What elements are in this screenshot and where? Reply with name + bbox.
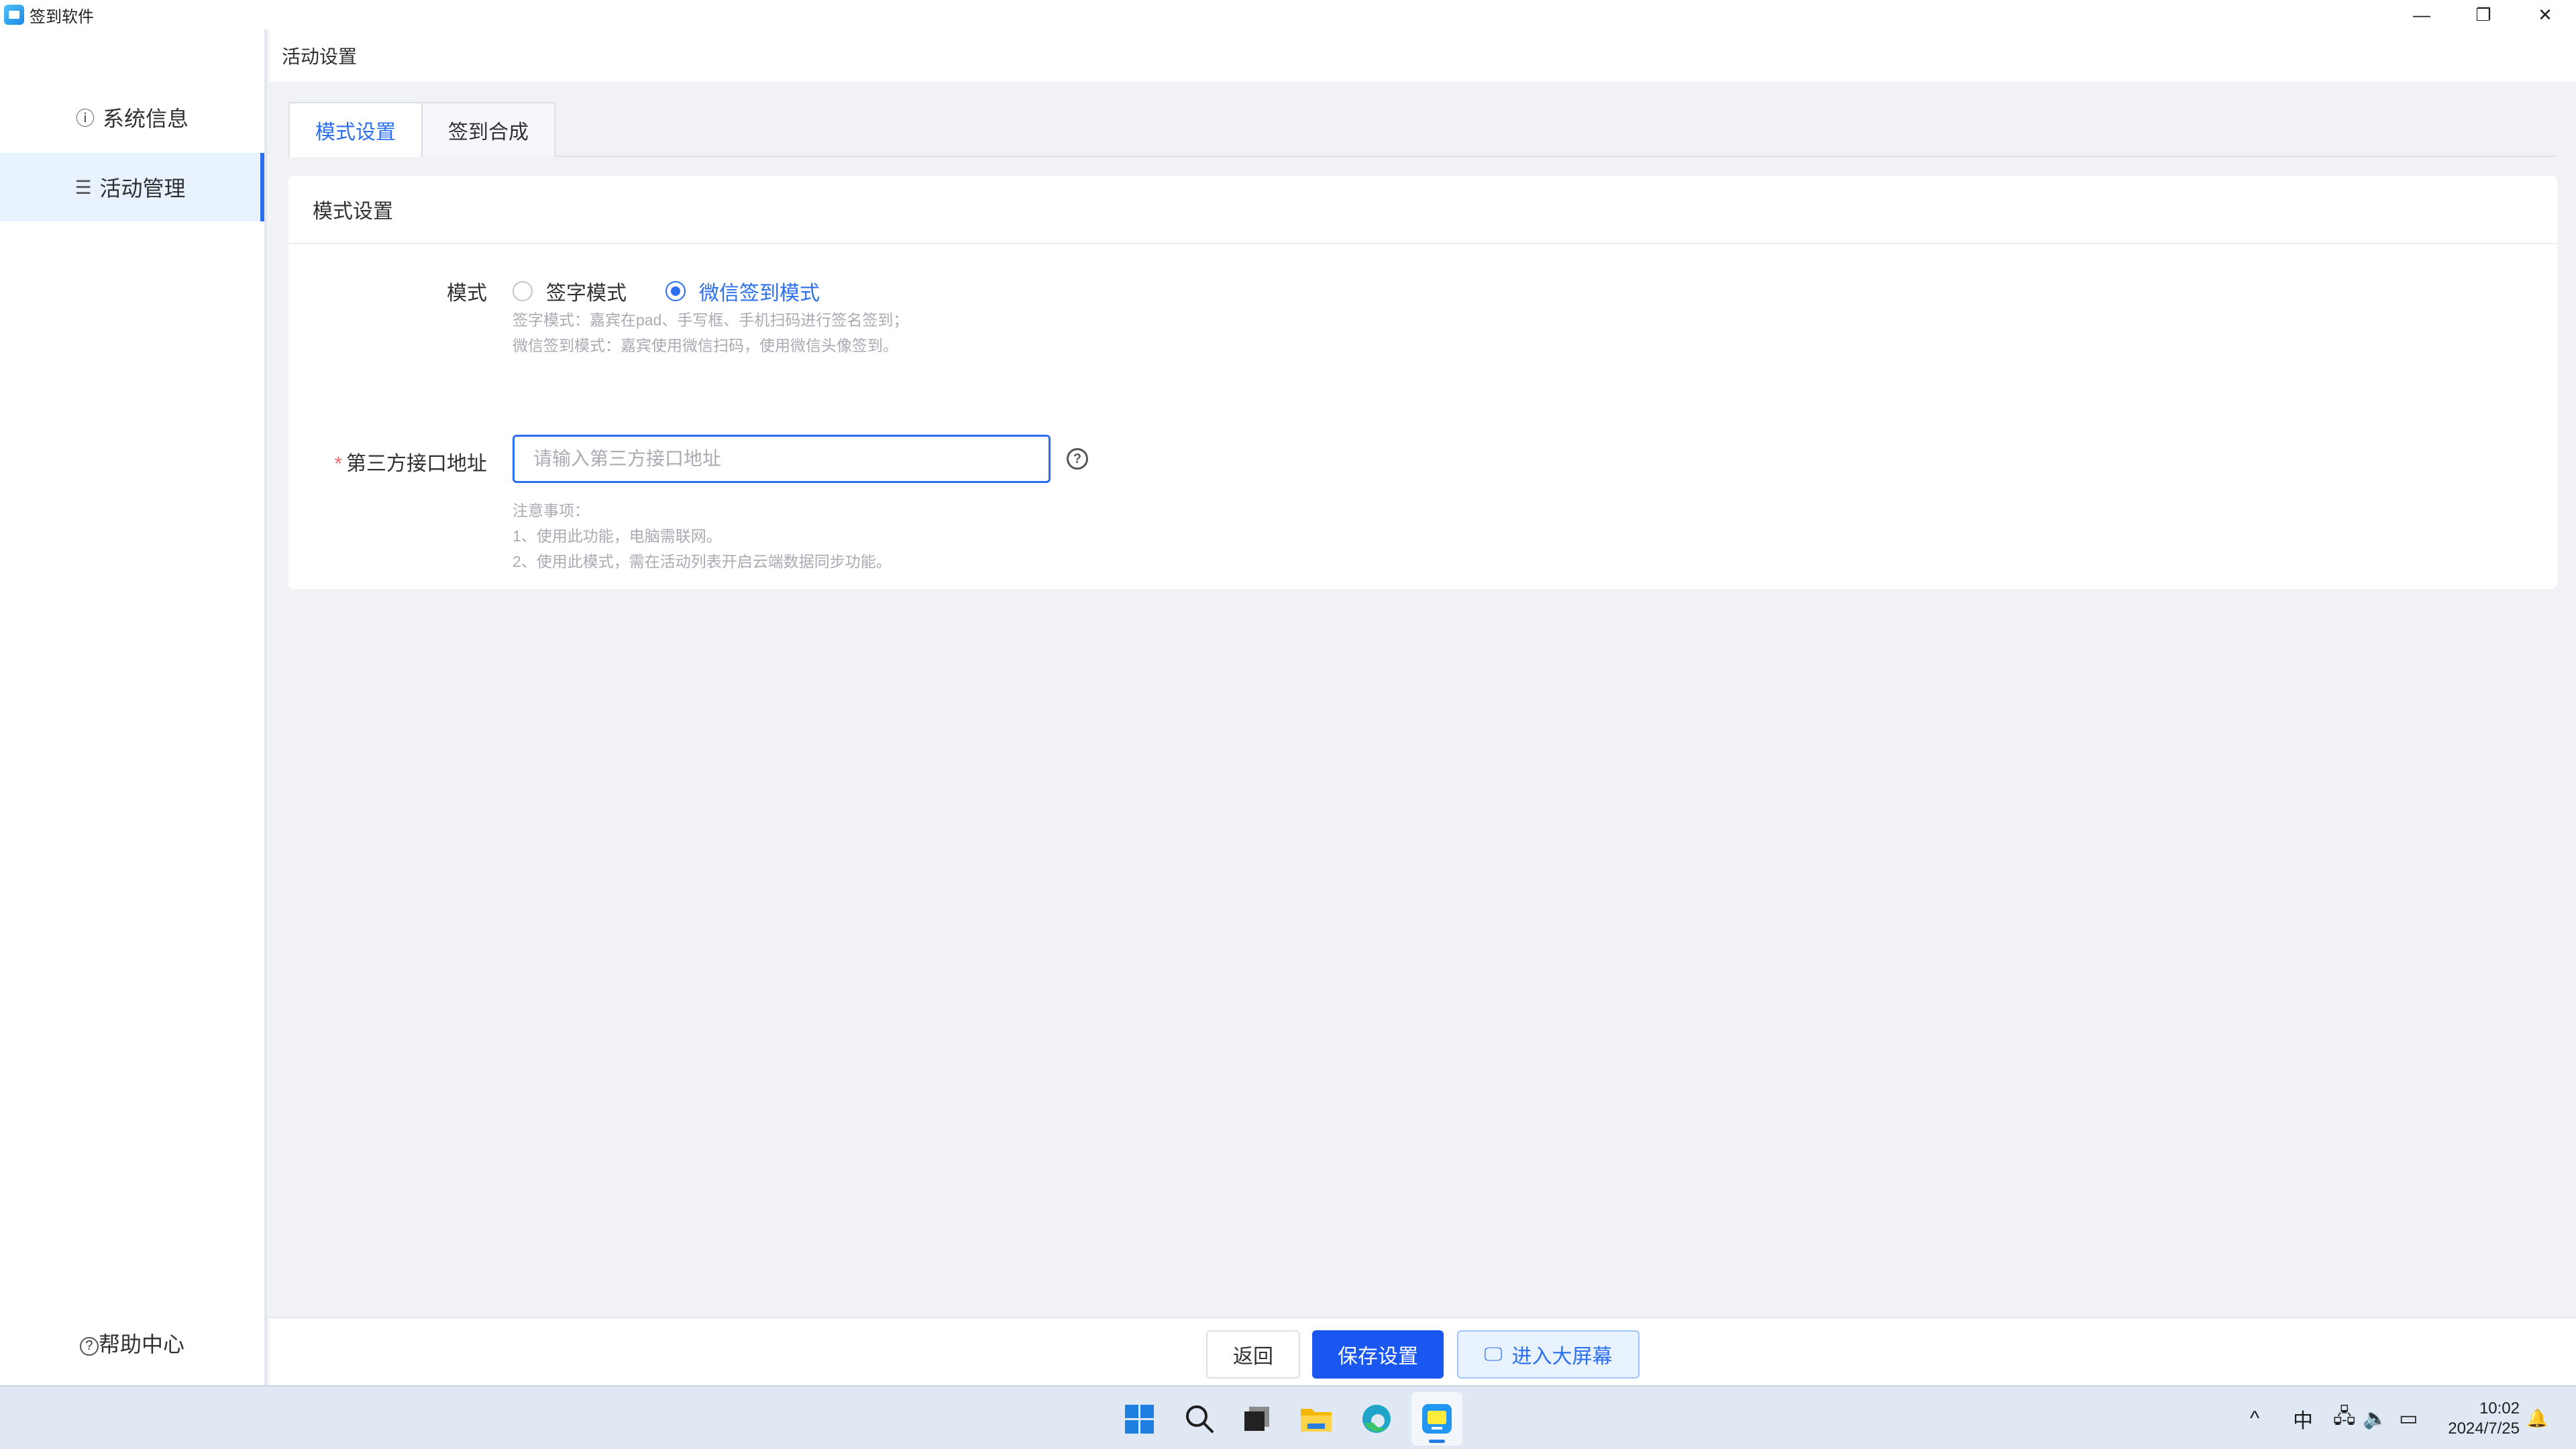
edge-browser-icon[interactable]	[1359, 1401, 1394, 1436]
mode-label: 模式	[447, 282, 487, 305]
sign-in-app-taskbar-icon[interactable]	[1419, 1401, 1454, 1436]
window-title: 签到软件	[30, 7, 94, 26]
mode-hint-line: 微信签到模式：嘉宾使用微信扫码，使用微信头像签到。	[513, 337, 898, 354]
card-title: 模式设置	[288, 176, 2557, 244]
sidebar: ⓘ 系统信息 ☰ 活动管理 ? 帮助中心	[0, 30, 267, 1385]
mode-hint: 签字模式：嘉宾在pad、手写框、手机扫码进行签名签到； 微信签到模式：嘉宾使用微…	[513, 307, 908, 358]
clock-time: 10:02	[2479, 1399, 2520, 1417]
api-note-line: 2、使用此模式，需在活动列表开启云端数据同步功能。	[513, 553, 892, 570]
question-icon[interactable]: ?	[1067, 448, 1088, 470]
help-center-label: 帮助中心	[98, 1332, 184, 1356]
api-note-line: 注意事项：	[513, 502, 590, 519]
save-settings-button[interactable]: 保存设置	[1312, 1330, 1444, 1379]
mode-radio-group: 签字模式 微信签到模式	[513, 276, 859, 306]
mode-hint-line: 签字模式：嘉宾在pad、手写框、手机扫码进行签名签到；	[513, 311, 909, 329]
window-controls: — ❐ ✕	[2391, 0, 2576, 30]
radio-sign-mode[interactable]: 签字模式	[513, 276, 627, 306]
list-icon: ☰	[74, 176, 92, 198]
network-icon[interactable]: 🖧	[2333, 1387, 2355, 1449]
notification-bell-icon[interactable]: 🔔	[2526, 1387, 2548, 1449]
back-button[interactable]: 返回	[1206, 1330, 1300, 1379]
radio-label: 微信签到模式	[699, 282, 820, 305]
main-content: 活动设置 模式设置 签到合成 模式设置 模式 签字模式 微信签到模式 签字模式：…	[270, 30, 2576, 1385]
clock[interactable]: 10:02 2024/7/25	[2448, 1399, 2520, 1439]
restore-button[interactable]: ❐	[2453, 0, 2514, 30]
footer-action-bar: 返回 保存设置 🖵 进入大屏幕	[270, 1317, 2576, 1385]
battery-icon[interactable]: ▭	[2399, 1387, 2418, 1449]
minimize-button[interactable]: —	[2391, 0, 2453, 30]
ime-indicator[interactable]: 中	[2293, 1387, 2313, 1449]
page-title: 活动设置	[282, 46, 358, 67]
file-explorer-icon[interactable]	[1299, 1401, 1334, 1436]
close-button[interactable]: ✕	[2514, 0, 2576, 30]
tab-sign-synthesis[interactable]: 签到合成	[423, 102, 555, 157]
monitor-icon: 🖵	[1484, 1343, 1503, 1364]
info-icon: ⓘ	[75, 108, 95, 129]
radio-circle[interactable]	[513, 281, 533, 301]
mode-settings-card: 模式设置 模式 签字模式 微信签到模式 签字模式：嘉宾在pad、手写框、手机扫码…	[288, 176, 2557, 589]
tab-bar: 模式设置 签到合成	[288, 102, 2557, 157]
required-mark: *	[334, 453, 342, 475]
task-view-icon[interactable]	[1240, 1401, 1275, 1436]
radio-label: 签字模式	[546, 282, 627, 305]
enter-big-screen-label: 进入大屏幕	[1511, 1346, 1613, 1368]
api-url-input[interactable]	[513, 435, 1051, 483]
api-url-label-text: 第三方接口地址	[346, 453, 487, 475]
start-windows-icon[interactable]	[1122, 1401, 1157, 1436]
enter-big-screen-button[interactable]: 🖵 进入大屏幕	[1457, 1330, 1640, 1379]
api-notes: 注意事项： 1、使用此功能，电脑需联网。 2、使用此模式，需在活动列表开启云端数…	[513, 498, 892, 574]
api-note-line: 1、使用此功能，电脑需联网。	[513, 527, 722, 545]
search-icon[interactable]	[1182, 1401, 1217, 1436]
sidebar-item-label: 系统信息	[103, 107, 189, 131]
volume-icon[interactable]: 🔈	[2363, 1387, 2387, 1449]
question-icon: ?	[79, 1336, 99, 1356]
help-center-link[interactable]: ? 帮助中心	[0, 1328, 264, 1358]
radio-circle[interactable]	[665, 281, 686, 301]
tray-chevron-icon[interactable]: ^	[2250, 1387, 2259, 1449]
breadcrumb: 活动设置	[270, 30, 2576, 82]
taskbar: ^ 中 🖧 🔈 ▭ 10:02 2024/7/25 🔔	[0, 1385, 2576, 1449]
radio-wechat-mode[interactable]: 微信签到模式	[665, 276, 820, 306]
clock-date: 2024/7/25	[2448, 1419, 2520, 1438]
tab-mode-settings[interactable]: 模式设置	[288, 102, 423, 157]
app-logo-icon	[4, 5, 24, 25]
sidebar-item-system-info[interactable]: ⓘ 系统信息	[0, 83, 264, 152]
sidebar-item-label: 活动管理	[99, 176, 186, 201]
api-url-label: * 第三方接口地址	[288, 447, 487, 476]
sidebar-item-activity-management[interactable]: ☰ 活动管理	[0, 153, 264, 221]
title-bar: 签到软件 — ❐ ✕	[0, 0, 2576, 30]
